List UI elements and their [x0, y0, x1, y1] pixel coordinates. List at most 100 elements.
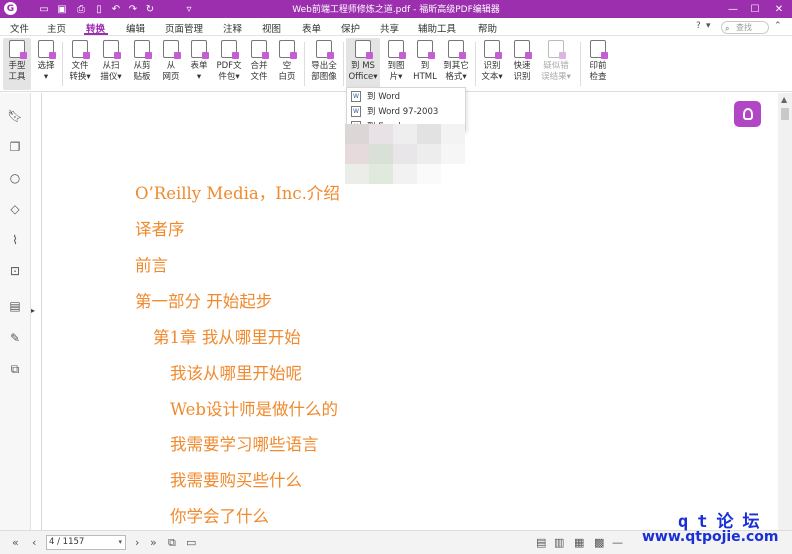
export-images-icon	[316, 40, 334, 59]
prev-page-icon[interactable]: ‹	[32, 536, 36, 549]
ribbon-divider	[343, 42, 344, 86]
form-icon	[191, 40, 209, 59]
web-icon	[163, 40, 181, 59]
close-button[interactable]: ✕	[768, 0, 790, 18]
page-number-field[interactable]: 4 / 1157 ▾	[46, 535, 126, 550]
menu-home[interactable]: 主页	[47, 21, 66, 35]
scroll-thumb[interactable]	[781, 108, 789, 120]
chevron-down-icon[interactable]: ▾	[118, 536, 122, 549]
to-image-button[interactable]: 到图 片▾	[383, 38, 409, 90]
hand-tool-button[interactable]: 手型 工具	[3, 38, 31, 90]
toc-entry[interactable]: 你学会了什么	[170, 503, 269, 527]
copy-page-icon[interactable]: ⧉	[168, 536, 176, 550]
preflight-button[interactable]: 印前 检查	[584, 38, 612, 90]
toc-entry[interactable]: O’Reilly Media，Inc.介绍	[135, 180, 340, 204]
expand-panel-icon[interactable]: ▸	[31, 306, 39, 316]
to-ms-office-button[interactable]: 到 MS Office▾	[346, 38, 380, 90]
to-html-icon	[417, 40, 435, 59]
preflight-icon	[590, 40, 608, 59]
menu-file[interactable]: 文件	[10, 21, 29, 35]
bulb-shape	[742, 108, 753, 120]
blurred-region	[345, 124, 465, 184]
chevron-down-icon[interactable]: ▾	[706, 21, 711, 31]
search-input[interactable]: ⌕ 查找	[721, 21, 769, 34]
menu-view[interactable]: 视图	[262, 21, 281, 35]
toc-entry[interactable]: 我需要购买些什么	[170, 467, 302, 491]
menu-help[interactable]: 帮助	[478, 21, 497, 35]
continuous-page-icon[interactable]: ▥	[554, 536, 564, 549]
pages-icon[interactable]: ❐	[8, 140, 22, 154]
menu-accessibility[interactable]: 辅助工具	[418, 21, 456, 35]
toc-entry[interactable]: Web设计师是做什么的	[170, 396, 338, 420]
layers-icon[interactable]: ◇	[8, 202, 22, 216]
next-page-icon[interactable]: ›	[135, 536, 139, 549]
minimize-button[interactable]: —	[722, 0, 744, 18]
hand-icon	[9, 40, 27, 59]
menu-page-manage[interactable]: 页面管理	[165, 21, 203, 35]
menu-share[interactable]: 共享	[380, 21, 399, 35]
left-sidebar: 🔖︎ ❐ ○ ◇ ⌇ ⊡ ▤ ✎ ⧉	[0, 93, 31, 530]
from-scanner-button[interactable]: 从扫 描仪▾	[96, 38, 126, 90]
form-button[interactable]: 表单 ▾	[186, 38, 212, 90]
first-page-icon[interactable]: «	[12, 536, 19, 549]
menu-edit[interactable]: 编辑	[126, 21, 145, 35]
merge-files-button[interactable]: 合并 文件	[246, 38, 272, 90]
ribbon-toolbar: 手型 工具 选择 ▾ 文件 转换▾ 从扫 描仪▾ 从剪 贴板 从 网页 表单 ▾…	[0, 36, 792, 92]
lightbulb-icon[interactable]	[734, 101, 761, 127]
ribbon-divider	[62, 42, 63, 86]
menu-protect[interactable]: 保护	[341, 21, 360, 35]
ocr-text-button[interactable]: 识别 文本▾	[478, 38, 506, 90]
word-icon: W	[351, 90, 361, 102]
help-circle-icon[interactable]: ?	[696, 21, 701, 31]
vertical-scrollbar[interactable]: ▲	[778, 93, 792, 530]
last-page-icon[interactable]: »	[150, 536, 157, 549]
ribbon-divider	[580, 42, 581, 86]
other-format-icon	[448, 40, 466, 59]
zoom-slider-icon[interactable]: —	[612, 536, 623, 549]
single-page-icon[interactable]: ▤	[536, 536, 546, 549]
facing-page-icon[interactable]: ▦	[574, 536, 584, 549]
toc-entry[interactable]: 第1章 我从哪里开始	[153, 324, 301, 348]
ribbon-divider	[304, 42, 305, 86]
active-tab-indicator	[84, 33, 108, 35]
scroll-up-icon[interactable]: ▲	[781, 95, 787, 104]
to-other-format-button[interactable]: 到其它 格式▾	[441, 38, 471, 90]
file-convert-button[interactable]: 文件 转换▾	[66, 38, 94, 90]
search-placeholder: 查找	[736, 23, 752, 32]
bookmark-icon[interactable]: 🔖︎	[7, 109, 22, 123]
signature-icon[interactable]: ✎	[8, 331, 22, 345]
ocr-icon	[484, 40, 502, 59]
chevron-up-icon[interactable]: ⌃	[774, 21, 782, 31]
maximize-button[interactable]: ☐	[744, 0, 766, 18]
continuous-facing-icon[interactable]: ▩	[594, 536, 604, 549]
to-html-button[interactable]: 到 HTML	[411, 38, 439, 90]
from-web-button[interactable]: 从 网页	[158, 38, 184, 90]
blank-page-icon	[279, 40, 297, 59]
select-text-icon	[38, 40, 56, 59]
title-bar: G ▭ ▣ ⎙ ▯ ↶ ↷ ↻ ▿ Web前端工程师修炼之道.pdf - 福昕高…	[0, 0, 792, 18]
to-word-option[interactable]: W到 Word	[351, 89, 400, 103]
content-icon[interactable]: ▤	[8, 299, 22, 313]
menu-form[interactable]: 表单	[302, 21, 321, 35]
blank-page-button[interactable]: 空 白页	[274, 38, 300, 90]
toc-entry[interactable]: 我该从哪里开始呢	[170, 360, 302, 384]
page-layout-icon[interactable]: ▭	[186, 536, 196, 549]
suspect-results-button[interactable]: 疑似错 误结果▾	[538, 38, 574, 90]
from-clipboard-button[interactable]: 从剪 贴板	[128, 38, 156, 90]
scanner-icon	[103, 40, 121, 59]
security-icon[interactable]: ⊡	[8, 264, 22, 278]
toc-entry[interactable]: 译者序	[135, 216, 185, 240]
attachments-icon[interactable]: ⌇	[8, 233, 22, 247]
toc-entry[interactable]: 第一部分 开始起步	[135, 288, 272, 312]
menu-comment[interactable]: 注释	[223, 21, 242, 35]
clipboard-icon	[134, 40, 152, 59]
to-word-97-option[interactable]: W到 Word 97-2003	[351, 104, 438, 118]
export-images-button[interactable]: 导出全 部图像	[308, 38, 340, 90]
compare-icon[interactable]: ⧉	[8, 362, 22, 376]
quick-ocr-button[interactable]: 快速 识别	[508, 38, 536, 90]
toc-entry[interactable]: 我需要学习哪些语言	[170, 431, 319, 455]
toc-entry[interactable]: 前言	[135, 252, 168, 276]
comments-icon[interactable]: ○	[8, 171, 22, 185]
pdf-package-button[interactable]: PDF文 件包▾	[214, 38, 244, 90]
select-button[interactable]: 选择 ▾	[33, 38, 59, 90]
